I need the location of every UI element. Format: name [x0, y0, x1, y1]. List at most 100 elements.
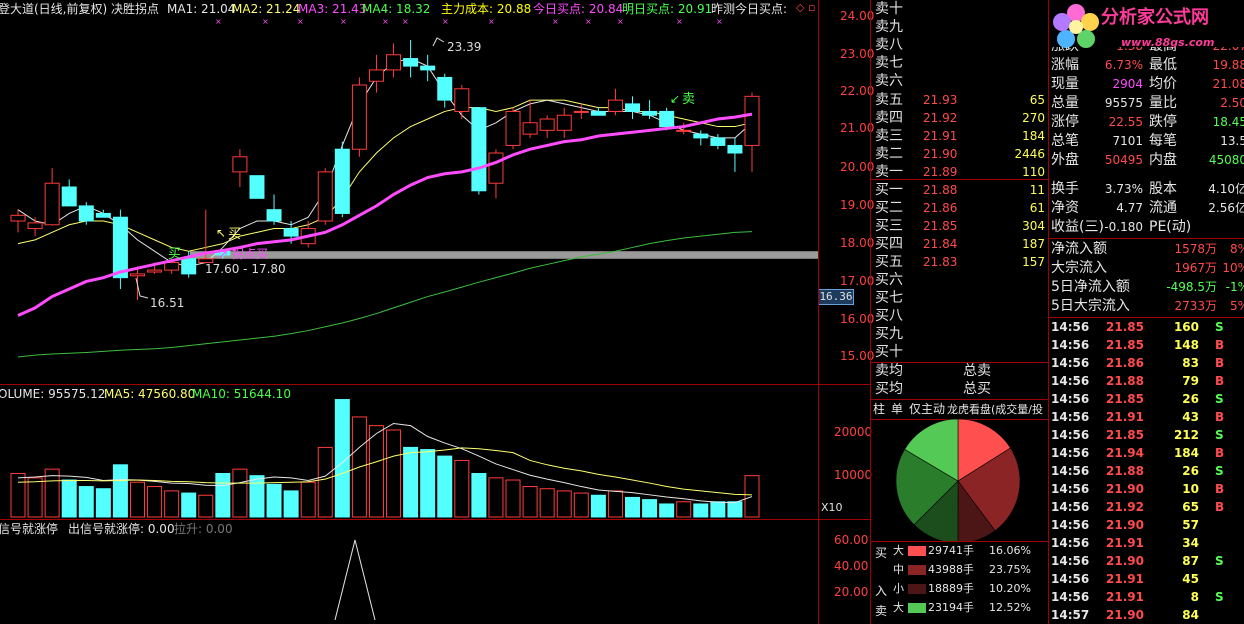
capital-size-label: 中 [893, 563, 904, 576]
tick-time: 14:56 [1051, 464, 1090, 478]
ma2-line [17, 99, 753, 252]
order-book-buy-row[interactable]: 买一 21.88 11 [871, 181, 1049, 200]
tick-row[interactable]: 14:56 21.85 160 S [1049, 318, 1244, 336]
tab-bar[interactable]: 柱 [873, 400, 885, 419]
tab-single[interactable]: 单 [891, 400, 903, 419]
tick-volume: 79 [1182, 374, 1199, 388]
tick-row[interactable]: 14:56 21.86 83 B [1049, 354, 1244, 372]
stat-label: 最高 [1149, 47, 1177, 56]
tick-row[interactable]: 14:56 21.92 65 B [1049, 498, 1244, 516]
order-book-sell-row[interactable]: 卖七 [871, 54, 1049, 73]
tick-row[interactable]: 14:56 21.85 26 S [1049, 390, 1244, 408]
tick-row[interactable]: 14:56 21.90 87 S [1049, 552, 1244, 570]
candle-body [437, 76, 453, 101]
stat-value: 19.88 [1212, 58, 1244, 72]
flow-panel: 净流入额1578万8%大宗流入1967万10%5日净流入额-498.5万-1%5… [1049, 239, 1244, 317]
candle-body [129, 273, 145, 277]
candle-body [10, 214, 26, 222]
tick-volume: 83 [1182, 356, 1199, 370]
stat-value: 13.5 [1220, 134, 1244, 148]
tick-row[interactable]: 14:56 21.90 57 [1049, 516, 1244, 534]
tick-row[interactable]: 14:56 21.91 45 [1049, 570, 1244, 588]
tick-volume: 184 [1173, 446, 1199, 460]
stat-label: 内盘 [1149, 152, 1177, 168]
order-book-sell-row[interactable]: 卖四 21.92 270 [871, 109, 1049, 128]
order-price: 21.88 [923, 183, 958, 197]
order-price: 21.85 [923, 219, 958, 233]
stat-label: 外盘 [1051, 152, 1079, 168]
tick-row[interactable]: 14:56 21.91 8 S [1049, 588, 1244, 606]
order-book-sell-row[interactable]: 卖六 [871, 72, 1049, 91]
stat-value: 2.50 [1220, 96, 1244, 110]
capital-size-label: 大 [893, 601, 904, 614]
order-book-buy-row[interactable]: 买十 [871, 343, 1049, 362]
tick-row[interactable]: 14:56 21.91 34 [1049, 534, 1244, 552]
order-book-buy-row[interactable]: 买二 21.86 61 [871, 199, 1049, 218]
order-book-sell-row[interactable]: 卖三 21.91 184 [871, 127, 1049, 146]
support-zone-band [190, 251, 818, 259]
order-price: 21.86 [923, 201, 958, 215]
volume-bar [249, 475, 265, 518]
stat-label: 涨幅 [1051, 57, 1079, 73]
order-book-buy-row[interactable]: 买六 [871, 271, 1049, 290]
tick-row[interactable]: 14:56 21.88 79 B [1049, 372, 1244, 390]
order-book-buy-row[interactable]: 买四 21.84 187 [871, 235, 1049, 254]
volume-panel[interactable]: OLUME: 95575.12 MA5: 47560.80 MA10: 5164… [0, 385, 818, 519]
tick-time: 14:56 [1051, 320, 1090, 334]
tick-side: S [1215, 428, 1224, 442]
order-book-buy-row[interactable]: 买三 21.85 304 [871, 217, 1049, 236]
candlestick-chart[interactable]: × × × × × × × × × × × × × [0, 0, 818, 384]
tick-row[interactable]: 14:56 21.88 26 S [1049, 462, 1244, 480]
tick-side: S [1215, 392, 1224, 406]
flow-row: 5日大宗流入 2733万 5% [1049, 297, 1244, 316]
tick-list[interactable]: 14:56 21.85 160 S 14:56 21.85 148 B 14:56 21.86 83… [1049, 318, 1244, 624]
signal-axis: 60.00 40.00 20.00 [818, 520, 870, 624]
capital-pct: 10.20% [989, 582, 1031, 595]
signal-axis-tick: 40.00 [834, 559, 869, 573]
tick-row[interactable]: 14:56 21.94 184 B [1049, 444, 1244, 462]
order-book-buy-row[interactable]: 买五 21.83 157 [871, 253, 1049, 272]
tick-volume: 34 [1182, 536, 1199, 550]
volume-ma10-line [17, 447, 753, 496]
top-signal-marker: × [297, 17, 304, 26]
capital-pct: 16.06% [989, 544, 1031, 557]
main-chart-panel[interactable]: 登大道(日线,前复权) 决胜拐点 MA1: 21.04 MA2: 21.24 M… [0, 0, 818, 384]
tick-row[interactable]: 14:56 21.90 10 B [1049, 480, 1244, 498]
signal-panel[interactable]: 信号就涨停 出信号就涨停: 0.00 拉升: 0.00 [0, 520, 818, 624]
order-book-buy-row[interactable]: 买九 [871, 325, 1049, 344]
stats-panel: 涨跌 1.38 最高 22.07 涨幅 6.73% 最低 19.88 现量 2904 均价 21.08… [1049, 47, 1244, 237]
top-signal-marker: × [382, 17, 389, 26]
stat-label: 换手 [1051, 181, 1079, 197]
capital-color-swatch [908, 584, 926, 594]
volume-chart[interactable] [0, 385, 818, 519]
high-price-label: 23.39 [447, 40, 482, 54]
tick-time: 14:56 [1051, 554, 1090, 568]
top-signal-marker: × [262, 17, 269, 26]
order-volume: 65 [1029, 93, 1045, 107]
tick-row[interactable]: 14:56 21.91 43 B [1049, 408, 1244, 426]
top-signal-marker: × [488, 17, 495, 26]
tick-price: 21.92 [1106, 500, 1144, 514]
order-book-sell-row[interactable]: 卖十 [871, 0, 1049, 19]
flow-value: 2733万 [1174, 299, 1217, 313]
tick-row[interactable]: 14:57 21.90 84 [1049, 606, 1244, 624]
tick-row[interactable]: 14:56 21.85 148 B [1049, 336, 1244, 354]
volume-bar [61, 479, 77, 518]
tab-active-only[interactable]: 仅主动 [909, 400, 945, 419]
order-book-sell-row[interactable]: 卖二 21.90 2446 [871, 145, 1049, 164]
order-book-buy-row[interactable]: 买七 [871, 289, 1049, 308]
candle-body [44, 182, 60, 226]
tick-side: S [1215, 464, 1224, 478]
order-book-buy-row[interactable]: 买八 [871, 307, 1049, 326]
tab-dragon-tiger[interactable]: 龙虎看盘(成交量/投 [947, 400, 1043, 419]
order-price: 21.83 [923, 255, 958, 269]
tick-time: 14:56 [1051, 482, 1090, 496]
order-book-sell-row[interactable]: 卖八 [871, 36, 1049, 55]
order-book-sell-row[interactable]: 卖五 21.93 65 [871, 91, 1049, 110]
volume-bar [78, 486, 94, 518]
flow-pct: 8% [1229, 242, 1244, 256]
tick-row[interactable]: 14:56 21.85 212 S [1049, 426, 1244, 444]
total-buy-label: 总买 [963, 381, 991, 397]
tick-volume: 87 [1182, 554, 1199, 568]
order-book-sell-row[interactable]: 卖九 [871, 18, 1049, 37]
